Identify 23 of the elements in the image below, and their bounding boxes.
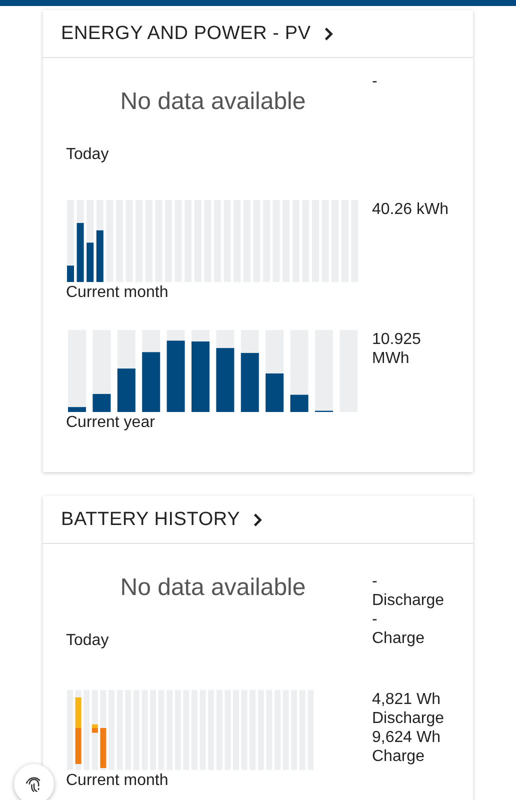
period-label: Current month bbox=[66, 284, 170, 302]
value-text: 10.925 MWh bbox=[372, 330, 422, 368]
no-data-message: No data available bbox=[119, 573, 307, 603]
no-data-message: No data available bbox=[119, 87, 307, 117]
period-label: Current year bbox=[66, 414, 156, 432]
chevron-right-icon[interactable] bbox=[252, 512, 264, 528]
value-text: - bbox=[372, 610, 378, 629]
value-text: Charge bbox=[372, 629, 426, 648]
chevron-right-icon[interactable] bbox=[322, 26, 334, 42]
value-text: 4,821 Wh bbox=[372, 690, 442, 709]
value-text: Charge bbox=[372, 747, 426, 766]
fingerprint-button[interactable] bbox=[14, 764, 54, 800]
value-text: - bbox=[372, 72, 378, 91]
card-title[interactable]: BATTERY HISTORY bbox=[61, 508, 240, 530]
period-label: Today bbox=[66, 632, 110, 650]
value-text: 9,624 Wh bbox=[372, 728, 442, 747]
value-text: Discharge bbox=[372, 709, 444, 728]
value-text: - bbox=[372, 572, 378, 591]
value-text: Discharge bbox=[372, 591, 444, 610]
period-label: Current month bbox=[66, 772, 170, 790]
period-label: Today bbox=[66, 146, 110, 164]
value-text: 40.26 kWh bbox=[372, 200, 448, 219]
card-title[interactable]: ENERGY AND POWER - PV bbox=[61, 22, 311, 44]
